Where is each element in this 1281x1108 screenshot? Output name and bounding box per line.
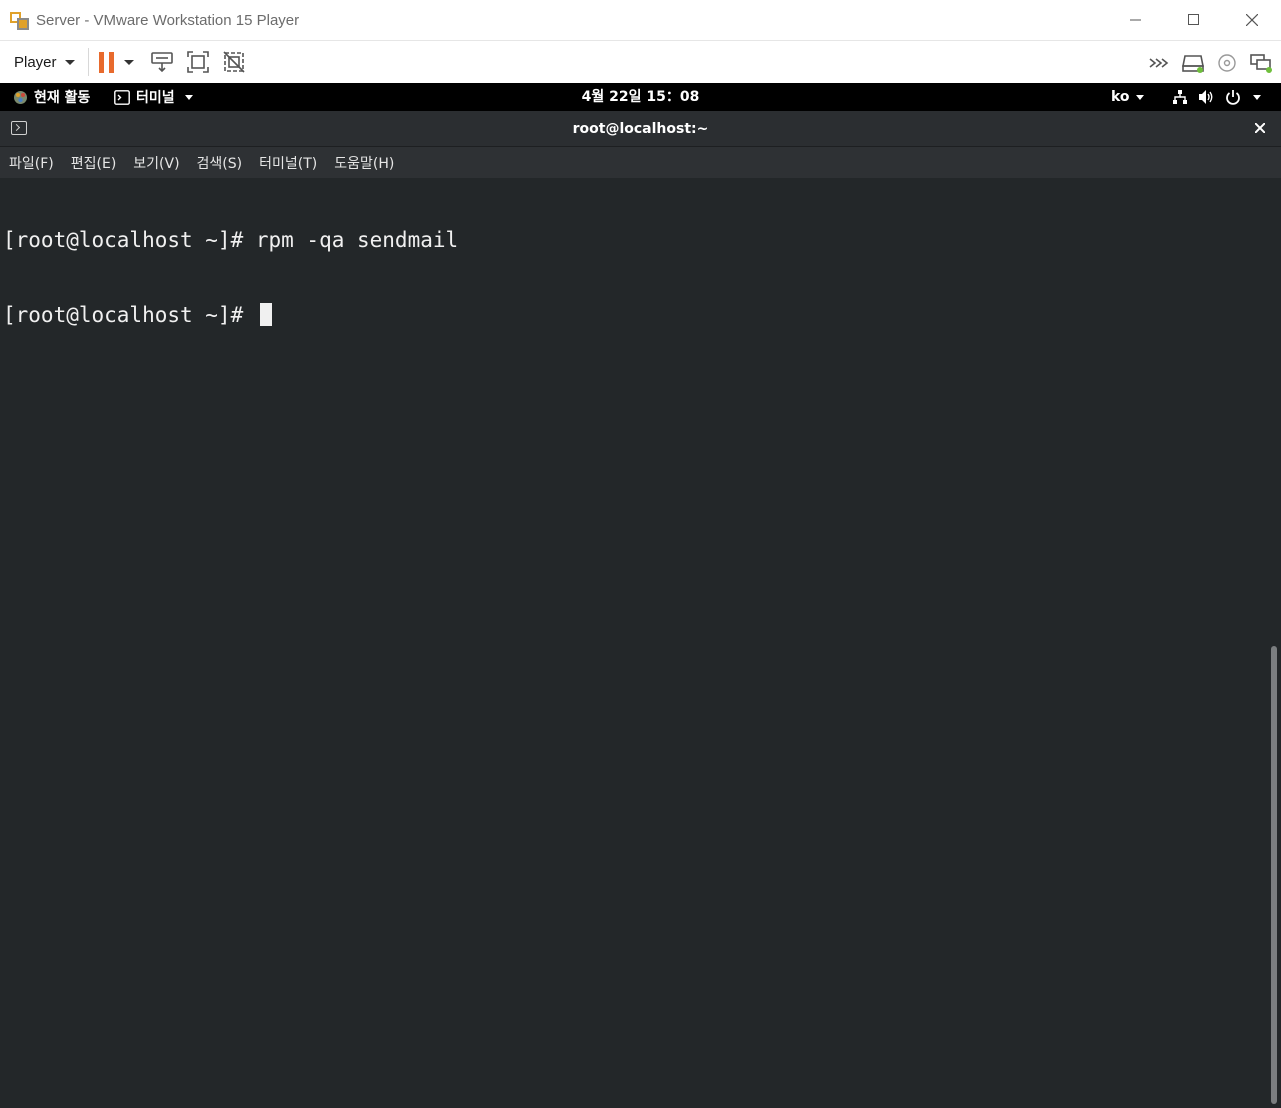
menu-view[interactable]: 보기(V) <box>125 153 187 173</box>
close-icon <box>1246 14 1258 26</box>
maximize-button[interactable] <box>1165 0 1223 40</box>
gnome-foot-icon <box>14 90 27 104</box>
volume-icon <box>1199 90 1213 104</box>
minimize-icon <box>1130 19 1141 21</box>
player-toolbar: Player <box>0 40 1281 83</box>
gnome-top-bar: 현재 활동 터미널 4월 22일 15：08 ko <box>0 83 1281 111</box>
window-title: Server - VMware Workstation 15 Player <box>36 11 300 29</box>
app-menu-button[interactable]: 터미널 <box>114 83 193 111</box>
menu-search[interactable]: 검색(S) <box>189 153 251 173</box>
terminal-line: [root@localhost ~]# rpm -qa sendmail <box>3 228 459 252</box>
terminal-output[interactable]: [root@localhost ~]# rpm -qa sendmail [ro… <box>0 178 1281 1108</box>
network-adapter-button[interactable] <box>1249 51 1273 75</box>
dropdown-icon <box>123 59 134 65</box>
send-ctrl-alt-del-button[interactable] <box>150 50 174 74</box>
menu-help[interactable]: 도움말(H) <box>326 153 402 173</box>
cd-dvd-icon <box>1218 53 1236 72</box>
more-devices-button[interactable] <box>1147 51 1171 75</box>
chevron-down-icon <box>184 94 193 100</box>
toolbar-divider <box>87 48 89 76</box>
clock-button[interactable]: 4월 22일 15：08 <box>582 89 700 105</box>
terminal-header-bar: root@localhost:~ <box>0 111 1281 147</box>
unity-icon <box>222 51 245 73</box>
text-cursor <box>259 303 272 326</box>
cd-dvd-button[interactable] <box>1215 51 1239 75</box>
chevron-down-icon <box>1253 94 1261 100</box>
terminal-menubar: 파일(F) 편집(E) 보기(V) 검색(S) 터미널(T) 도움말(H) <box>0 147 1281 178</box>
terminal-icon <box>114 89 130 105</box>
terminal-title: root@localhost:~ <box>572 121 709 137</box>
send-ctrl-alt-del-icon <box>150 52 173 73</box>
close-icon <box>1255 123 1265 133</box>
player-menu-label: Player <box>14 53 57 71</box>
menu-terminal[interactable]: 터미널(T) <box>251 153 325 173</box>
fullscreen-icon <box>186 51 209 73</box>
unity-button[interactable] <box>222 50 246 74</box>
menu-edit[interactable]: 편집(E) <box>63 153 125 173</box>
scrollbar-thumb[interactable] <box>1271 646 1277 1104</box>
vmware-logo-icon <box>10 10 30 30</box>
network-adapter-icon <box>1250 53 1272 73</box>
hard-disk-icon <box>1182 54 1204 73</box>
window-title-bar: Server - VMware Workstation 15 Player <box>0 0 1281 40</box>
maximize-icon <box>1188 14 1199 25</box>
chevron-down-icon <box>64 59 75 65</box>
system-status-menu[interactable] <box>1172 83 1261 111</box>
terminal-close-button[interactable] <box>1251 119 1269 137</box>
close-button[interactable] <box>1223 0 1281 40</box>
more-icon <box>1149 57 1169 68</box>
hard-disk-button[interactable] <box>1181 51 1205 75</box>
menu-file[interactable]: 파일(F) <box>1 153 62 173</box>
player-menu-button[interactable]: Player <box>14 47 75 77</box>
network-wired-icon <box>1173 90 1187 104</box>
activities-label: 현재 활동 <box>34 90 91 106</box>
pause-icon[interactable] <box>98 51 114 73</box>
fullscreen-button[interactable] <box>186 50 210 74</box>
minimize-button[interactable] <box>1107 0 1165 40</box>
terminal-scrollbar[interactable] <box>1268 178 1281 1108</box>
terminal-line: [root@localhost ~]# <box>3 303 256 327</box>
activities-button[interactable]: 현재 활동 <box>13 83 90 111</box>
power-dropdown-button[interactable] <box>122 50 136 74</box>
language-selector[interactable]: ko <box>1111 83 1144 111</box>
language-label: ko <box>1111 89 1130 105</box>
terminal-prompt-line: [root@localhost ~]# <box>3 303 458 328</box>
power-icon <box>1226 90 1240 105</box>
app-menu-label: 터미널 <box>136 90 175 106</box>
chevron-down-icon <box>1135 94 1144 100</box>
